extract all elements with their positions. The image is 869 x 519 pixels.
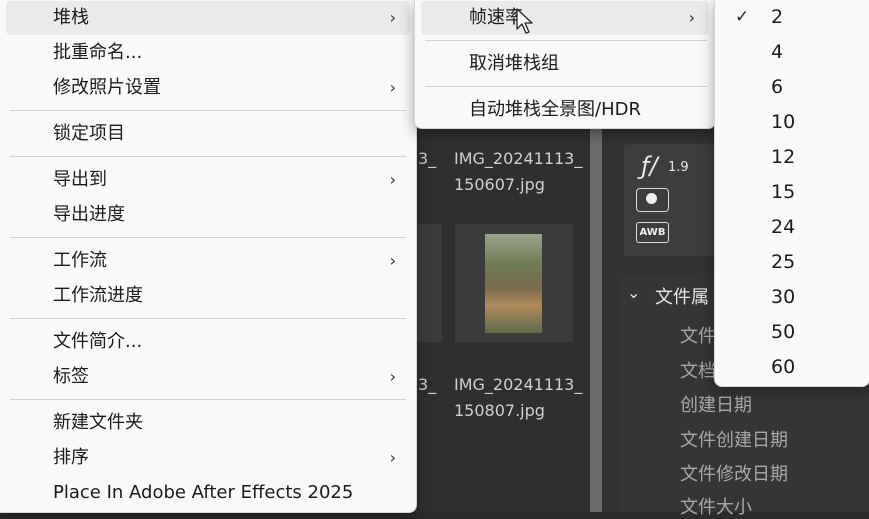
menu-item-workflow[interactable]: 工作流 › xyxy=(6,244,410,278)
frame-rate-option-30[interactable]: 30 xyxy=(719,280,865,315)
check-icon: ✓ xyxy=(735,7,750,27)
menu-item-lock[interactable]: 锁定项目 xyxy=(6,117,410,151)
chevron-right-icon: › xyxy=(389,251,396,270)
stack-submenu: 帧速率 › 取消堆栈组 自动堆栈全景图/HDR xyxy=(414,0,716,129)
menu-item-label: 取消堆栈组 xyxy=(469,53,559,74)
menu-item-new-folder[interactable]: 新建文件夹 xyxy=(6,406,410,440)
frame-rate-label: 6 xyxy=(771,76,784,98)
metering-icon xyxy=(636,188,669,212)
menu-item-stack[interactable]: 堆栈 › xyxy=(6,1,410,35)
menu-separator xyxy=(10,110,406,111)
frame-rate-label: 24 xyxy=(771,216,796,238)
frame-rate-label: 10 xyxy=(771,111,796,133)
frame-rate-option-24[interactable]: 24 xyxy=(719,210,865,245)
menu-item-label: 批重命名... xyxy=(53,42,143,63)
menu-item-sort[interactable]: 排序 › xyxy=(6,441,410,475)
menu-item-place-in-after-effects[interactable]: Place In Adobe After Effects 2025 xyxy=(6,476,410,510)
property-label: 创建日期 xyxy=(680,395,752,416)
thumbnail-name: IMG_20241113_ xyxy=(454,149,583,168)
menu-item-ungroup-stack[interactable]: 取消堆栈组 xyxy=(421,47,709,81)
frame-rate-label: 12 xyxy=(771,146,796,168)
menu-item-label: 工作流 xyxy=(53,250,107,271)
menu-separator xyxy=(10,156,406,157)
frame-rate-option-60[interactable]: 60 xyxy=(719,350,865,385)
menu-item-label: 修改照片设置 xyxy=(53,77,161,98)
menu-item-label: 标签 xyxy=(53,366,89,387)
property-label: 文件 xyxy=(680,326,716,347)
frame-rate-label: 2 xyxy=(771,6,784,28)
menu-item-label: Place In Adobe After Effects 2025 xyxy=(53,482,354,503)
frame-rate-submenu: ✓ 2 4 6 10 12 15 24 25 30 50 60 xyxy=(714,0,869,387)
frame-rate-option-4[interactable]: 4 xyxy=(719,35,865,70)
frame-rate-option-10[interactable]: 10 xyxy=(719,105,865,140)
menu-item-file-info[interactable]: 文件简介... xyxy=(6,325,410,359)
menu-item-auto-stack-panorama-hdr[interactable]: 自动堆栈全景图/HDR xyxy=(421,93,709,127)
menu-item-batch-rename[interactable]: 批重命名... xyxy=(6,36,410,70)
chevron-down-icon[interactable]: ⌄ xyxy=(627,283,640,302)
menu-item-export-progress[interactable]: 导出进度 xyxy=(6,198,410,232)
awb-icon: AWB xyxy=(636,222,669,243)
frame-rate-option-50[interactable]: 50 xyxy=(719,315,865,350)
menu-item-label: 排序 xyxy=(53,447,89,468)
file-properties-title[interactable]: 文件属 xyxy=(655,283,709,309)
frame-rate-label: 60 xyxy=(771,356,796,378)
menu-separator xyxy=(425,86,707,87)
mouse-cursor-icon xyxy=(516,8,533,34)
menu-separator xyxy=(10,399,406,400)
frame-rate-option-6[interactable]: 6 xyxy=(719,70,865,105)
thumbnail-name-fragment: 3_ xyxy=(418,149,437,168)
frame-rate-label: 50 xyxy=(771,321,796,343)
frame-rate-label: 30 xyxy=(771,286,796,308)
menu-item-label: 导出进度 xyxy=(53,204,125,225)
menu-separator xyxy=(425,40,707,41)
aperture-icon: ƒ/ xyxy=(641,152,658,180)
thumbnail-name: 150807.jpg xyxy=(454,401,545,420)
menu-item-frame-rate[interactable]: 帧速率 › xyxy=(421,1,709,35)
menu-item-label: 自动堆栈全景图/HDR xyxy=(469,99,641,120)
chevron-right-icon: › xyxy=(389,448,396,467)
thumbnail-image[interactable] xyxy=(485,234,542,333)
menu-item-export-to[interactable]: 导出到 › xyxy=(6,163,410,197)
chevron-right-icon: › xyxy=(389,8,396,27)
chevron-right-icon: › xyxy=(688,8,695,27)
frame-rate-option-15[interactable]: 15 xyxy=(719,175,865,210)
menu-item-edit-photo-settings[interactable]: 修改照片设置 › xyxy=(6,71,410,105)
menu-separator xyxy=(10,318,406,319)
frame-rate-label: 15 xyxy=(771,181,796,203)
chevron-right-icon: › xyxy=(389,78,396,97)
menu-item-label: 工作流进度 xyxy=(53,285,143,306)
frame-rate-option-25[interactable]: 25 xyxy=(719,245,865,280)
menu-item-workflow-progress[interactable]: 工作流进度 xyxy=(6,279,410,313)
property-label: 文档 xyxy=(680,361,716,382)
frame-rate-label: 25 xyxy=(771,251,796,273)
menu-item-label: 新建文件夹 xyxy=(53,412,143,433)
menu-item-label: 导出到 xyxy=(53,169,107,190)
thumbnail-name: 150607.jpg xyxy=(454,175,545,194)
aperture-value: 1.9 xyxy=(668,160,689,175)
chevron-right-icon: › xyxy=(389,367,396,386)
frame-rate-label: 4 xyxy=(771,41,784,63)
frame-rate-option-12[interactable]: 12 xyxy=(719,140,865,175)
menu-item-label: 锁定项目 xyxy=(53,123,125,144)
menu-item-label: 文件简介... xyxy=(53,331,143,352)
chevron-right-icon: › xyxy=(389,170,396,189)
property-label: 文件大小 xyxy=(680,497,752,518)
property-label: 文件创建日期 xyxy=(680,430,788,451)
thumbnail-name: IMG_20241113_ xyxy=(454,375,583,394)
frame-rate-option-2[interactable]: ✓ 2 xyxy=(719,0,865,35)
thumbnail-name-fragment: 3_ xyxy=(418,375,437,394)
menu-item-label: 堆栈 xyxy=(53,7,89,28)
menu-item-label: 帧速率 xyxy=(469,7,523,28)
context-menu: 堆栈 › 批重命名... 修改照片设置 › 锁定项目 导出到 › 导出进度 工作… xyxy=(0,0,417,513)
menu-item-label-submenu[interactable]: 标签 › xyxy=(6,360,410,394)
property-label: 文件修改日期 xyxy=(680,464,788,485)
menu-separator xyxy=(10,237,406,238)
